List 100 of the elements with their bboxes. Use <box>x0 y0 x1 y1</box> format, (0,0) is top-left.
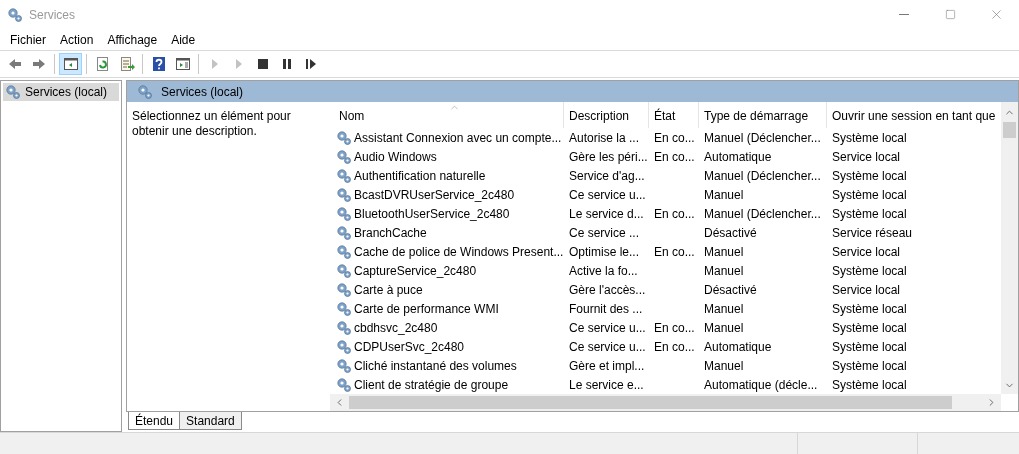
service-icon <box>336 357 352 374</box>
table-cell-text: Gère l'accès... <box>569 281 646 299</box>
table-cell-text: Automatique <box>704 148 772 166</box>
table-cell-text: Carte à puce <box>354 281 423 299</box>
service-icon <box>336 319 352 336</box>
table-cell-text: Service local <box>832 281 901 299</box>
table-cell-text: Manuel (Déclencher... <box>704 205 821 223</box>
table-cell-text: Ce service u... <box>569 338 646 356</box>
table-cell-text: Le service e... <box>569 376 644 394</box>
table-cell-text: CDPUserSvc_2c480 <box>354 338 465 356</box>
table-cell-text: Système local <box>832 129 907 147</box>
service-icon <box>336 224 352 241</box>
minimize-icon <box>899 14 909 15</box>
table-cell-text: Service réseau <box>832 224 913 242</box>
table-cell-text: Système local <box>832 319 907 337</box>
table-cell-text: Système local <box>832 357 907 375</box>
scroll-thumb[interactable] <box>349 396 952 409</box>
column-header[interactable]: Type de démarrage <box>699 102 827 128</box>
table-cell-text: En co... <box>654 338 695 356</box>
table-cell-text: Manuel (Déclencher... <box>704 167 821 185</box>
horizontal-scrollbar[interactable] <box>330 394 1001 411</box>
service-icon <box>336 243 352 260</box>
tree-item[interactable]: Services (local) <box>3 83 119 101</box>
column-header[interactable]: Nom <box>334 102 564 128</box>
table-cell-text: Système local <box>832 376 907 394</box>
column-header[interactable]: Description <box>564 102 649 128</box>
vertical-scrollbar[interactable] <box>1001 102 1018 394</box>
table-cell-text: Authentification naturelle <box>354 167 486 185</box>
app-icon <box>7 6 23 23</box>
table-cell-text: CaptureService_2c480 <box>354 262 477 280</box>
service-icon <box>336 338 352 355</box>
view-tab[interactable]: Étendu <box>128 412 181 430</box>
table-cell-text: Cliché instantané des volumes <box>354 357 517 375</box>
table-cell-text: Système local <box>832 167 907 185</box>
forward-arrow-icon <box>30 56 47 72</box>
table-cell-text: Ce service ... <box>569 224 640 242</box>
gear-icon <box>5 84 21 100</box>
table-cell-text: Gère et impl... <box>569 357 645 375</box>
table-cell-text: BranchCache <box>354 224 427 242</box>
table-cell-text: Système local <box>832 205 907 223</box>
tree-item-label: Services (local) <box>25 84 108 101</box>
console-tree-button[interactable] <box>59 53 82 75</box>
window-title: Services <box>29 6 75 24</box>
service-icon <box>336 376 352 393</box>
table-cell-text: En co... <box>654 319 695 337</box>
table-cell-text: Désactivé <box>704 281 757 299</box>
table-cell-text: Fournit des ... <box>569 300 643 318</box>
table-cell-text: Manuel <box>704 357 744 375</box>
menu-item[interactable]: Fichier <box>3 30 53 49</box>
table-cell-text: En co... <box>654 243 695 261</box>
table-cell-text: Autorise la ... <box>569 129 640 147</box>
table-cell-text: Système local <box>832 300 907 318</box>
service-icon <box>336 205 352 222</box>
table-cell-text: Manuel <box>704 262 744 280</box>
table-cell-text: Désactivé <box>704 224 757 242</box>
service-icon <box>336 129 352 146</box>
table-cell-text: En co... <box>654 148 695 166</box>
export-list-icon <box>118 56 135 72</box>
table-cell-text: Automatique (décle... <box>704 376 818 394</box>
service-icon <box>336 300 352 317</box>
service-icon <box>336 281 352 298</box>
table-cell-text: cbdhsvc_2c480 <box>354 319 438 337</box>
table-cell-text: Gère les péri... <box>569 148 648 166</box>
table-cell-text: BcastDVRUserService_2c480 <box>354 186 515 204</box>
menu-item[interactable]: Aide <box>164 30 203 49</box>
menu-item[interactable]: Action <box>53 30 101 49</box>
service-icon <box>336 167 352 184</box>
scroll-thumb[interactable] <box>1003 122 1016 138</box>
table-cell-text: Système local <box>832 338 907 356</box>
column-header[interactable]: Ouvrir une session en tant que <box>827 102 999 128</box>
table-cell-text: Système local <box>832 186 907 204</box>
refresh-icon <box>94 56 111 72</box>
table-cell-text: En co... <box>654 205 695 223</box>
service-icon <box>336 148 352 165</box>
table-cell-text: Le service d... <box>569 205 644 223</box>
table-cell-text: Service local <box>832 243 901 261</box>
panel-title: Services (local) <box>161 83 244 101</box>
table-cell-text: Manuel <box>704 186 744 204</box>
table-cell-text: Ce service u... <box>569 186 646 204</box>
table-cell-text: Cache de police de Windows Present... <box>354 243 564 261</box>
table-cell-text: En co... <box>654 129 695 147</box>
table-cell-text: Active la fo... <box>569 262 638 280</box>
maximize-icon <box>944 9 956 20</box>
action-pane-icon <box>174 56 191 72</box>
column-header[interactable]: État <box>649 102 699 128</box>
table-cell-text: Service local <box>832 148 901 166</box>
service-icon <box>336 262 352 279</box>
help-icon <box>150 56 167 72</box>
console-tree-icon <box>62 56 79 72</box>
table-cell-text: Service d'ag... <box>569 167 645 185</box>
table-cell-text: BluetoothUserService_2c480 <box>354 205 510 223</box>
table-cell-text: Optimise le... <box>569 243 640 261</box>
table-cell-text: Ce service u... <box>569 319 646 337</box>
table-cell-text: Automatique <box>704 338 772 356</box>
table-cell-text: Manuel <box>704 243 744 261</box>
table-cell-text: Manuel <box>704 319 744 337</box>
table-cell-text: Manuel (Déclencher... <box>704 129 821 147</box>
view-tab[interactable]: Standard <box>179 412 242 430</box>
table-cell-text: Carte de performance WMI <box>354 300 499 318</box>
menu-item[interactable]: Affichage <box>100 30 165 49</box>
